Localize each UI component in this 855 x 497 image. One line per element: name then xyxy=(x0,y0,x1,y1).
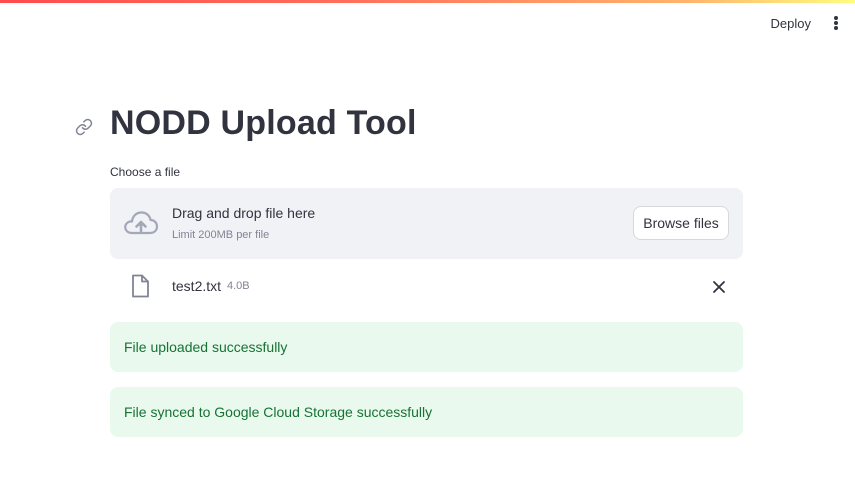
deploy-button[interactable]: Deploy xyxy=(771,16,811,31)
top-decoration-bar xyxy=(0,0,855,3)
app-header: Deploy xyxy=(771,12,855,34)
dropzone-instruction: Drag and drop file here xyxy=(172,205,316,221)
success-alert-upload: File uploaded successfully xyxy=(110,322,743,372)
uploaded-file-row: test2.txt 4.0B xyxy=(110,270,743,304)
link-icon[interactable] xyxy=(75,118,93,136)
page-title: NODD Upload Tool xyxy=(110,104,417,142)
close-icon[interactable] xyxy=(711,279,727,295)
uploaded-file-name: test2.txt xyxy=(172,278,222,294)
vertical-ellipsis-icon[interactable] xyxy=(833,14,839,32)
browse-files-button[interactable]: Browse files xyxy=(633,206,729,240)
cloud-upload-icon xyxy=(124,211,159,235)
uploaded-file-size: 4.0B xyxy=(227,280,250,292)
success-alert-sync: File synced to Google Cloud Storage succ… xyxy=(110,387,743,437)
file-icon xyxy=(132,274,149,298)
file-dropzone[interactable]: Drag and drop file here Limit 200MB per … xyxy=(110,188,743,259)
file-uploader-label: Choose a file xyxy=(110,165,181,179)
dropzone-limit: Limit 200MB per file xyxy=(172,229,270,241)
